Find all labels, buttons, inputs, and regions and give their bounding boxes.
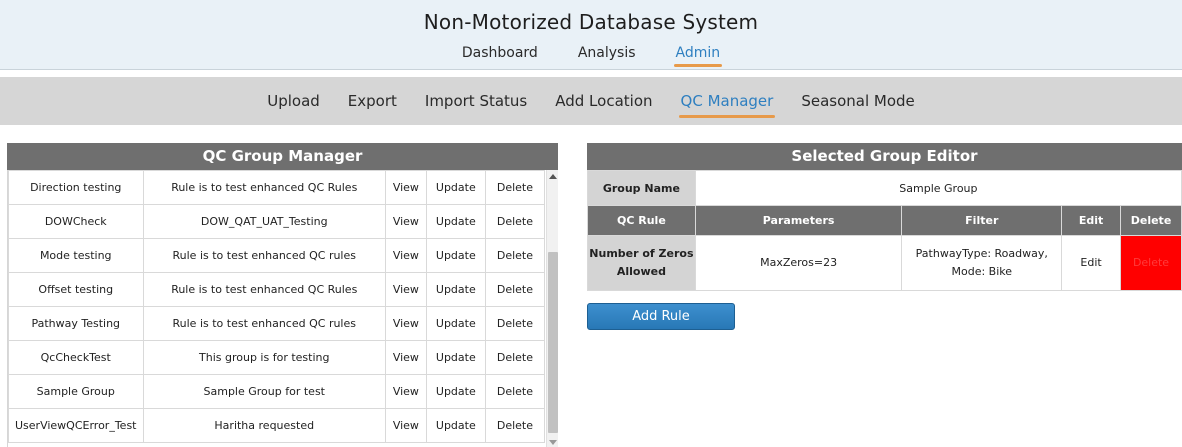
view-button[interactable]: View — [385, 408, 427, 443]
update-button[interactable]: Update — [425, 170, 486, 205]
view-button[interactable]: View — [385, 238, 427, 273]
add-rule-button[interactable]: Add Rule — [587, 303, 735, 330]
rule-delete-button[interactable]: Delete — [1120, 235, 1182, 291]
update-button[interactable]: Update — [425, 374, 486, 409]
update-button[interactable]: Update — [425, 272, 486, 307]
view-button[interactable]: View — [385, 272, 427, 307]
admin-subnav: Upload Export Import Status Add Location… — [0, 77, 1182, 125]
app-title: Non-Motorized Database System — [423, 10, 759, 34]
col-filter: Filter — [901, 205, 1063, 236]
delete-button[interactable]: Delete — [484, 306, 546, 341]
group-name: UserViewQCError_Test — [8, 408, 144, 443]
subnav-export[interactable]: Export — [348, 92, 397, 110]
col-qc-rule: QC Rule — [587, 205, 696, 236]
group-description: Rule is to test enhanced QC rules — [142, 306, 387, 341]
group-name-value: Sample Group — [694, 170, 1182, 206]
delete-button[interactable]: Delete — [484, 204, 546, 239]
group-description: Rule is to test enhanced QC Rules — [142, 170, 387, 205]
selected-group-editor-title: Selected Group Editor — [587, 143, 1182, 170]
rule-header-row: QC Rule Parameters Filter Edit Delete — [587, 205, 1182, 236]
update-button[interactable]: Update — [425, 204, 486, 239]
group-name: QcCheckTest — [8, 340, 144, 375]
update-button[interactable]: Update — [425, 408, 486, 443]
group-name: Pathway Testing — [8, 306, 144, 341]
group-table: Direction testing Rule is to test enhance… — [8, 170, 546, 443]
group-name: Offset testing — [8, 272, 144, 307]
scroll-up-arrow-icon[interactable] — [549, 174, 557, 179]
nav-analysis[interactable]: Analysis — [578, 45, 636, 64]
group-list-scroll: Direction testing Rule is to test enhance… — [7, 170, 558, 447]
subnav-add-location[interactable]: Add Location — [555, 92, 652, 110]
group-description: Rule is to test enhanced QC Rules — [142, 272, 387, 307]
group-name: Sample Group — [8, 374, 144, 409]
rule-filter-line1: PathwayType: Roadway, — [915, 247, 1048, 260]
rule-edit-button[interactable]: Edit — [1061, 235, 1122, 291]
group-editor-table: Group Name Sample Group QC Rule Paramete… — [587, 170, 1182, 291]
col-delete: Delete — [1120, 205, 1182, 236]
selected-group-editor-panel: Selected Group Editor Group Name Sample … — [587, 143, 1182, 291]
group-description: DOW_QAT_UAT_Testing — [142, 204, 387, 239]
delete-button[interactable]: Delete — [484, 272, 546, 307]
app-header: Non-Motorized Database System Dashboard … — [0, 0, 1182, 70]
rule-row: Number of Zeros Allowed MaxZeros=23 Path… — [587, 235, 1182, 291]
qc-group-manager-panel: QC Group Manager Direction testing Rule i… — [7, 143, 558, 447]
update-button[interactable]: Update — [425, 340, 486, 375]
qc-group-manager-title: QC Group Manager — [7, 143, 558, 170]
delete-button[interactable]: Delete — [484, 408, 546, 443]
group-row: Offset testing Rule is to test enhanced Q… — [8, 272, 546, 307]
rule-name: Number of Zeros Allowed — [587, 235, 696, 291]
view-button[interactable]: View — [385, 170, 427, 205]
group-name-label: Group Name — [587, 170, 696, 206]
col-parameters: Parameters — [694, 205, 903, 236]
rule-filter-line2: Mode: Bike — [951, 265, 1013, 278]
scroll-down-arrow-icon[interactable] — [549, 440, 557, 445]
delete-button[interactable]: Delete — [484, 374, 546, 409]
group-row: UserViewQCError_Test Haritha requested Vie… — [8, 408, 546, 443]
view-button[interactable]: View — [385, 340, 427, 375]
delete-button[interactable]: Delete — [484, 170, 546, 205]
group-description: Rule is to test enhanced QC rules — [142, 238, 387, 273]
group-row: Sample Group Sample Group for test View Upd… — [8, 374, 546, 409]
group-name: Mode testing — [8, 238, 144, 273]
group-description: Sample Group for test — [142, 374, 387, 409]
col-edit: Edit — [1061, 205, 1122, 236]
group-row: DOWCheck DOW_QAT_UAT_Testing View Update Del… — [8, 204, 546, 239]
group-row: QcCheckTest This group is for testing View… — [8, 340, 546, 375]
group-description: Haritha requested — [142, 408, 387, 443]
nav-dashboard[interactable]: Dashboard — [462, 45, 538, 64]
view-button[interactable]: View — [385, 204, 427, 239]
group-description: This group is for testing — [142, 340, 387, 375]
delete-button[interactable]: Delete — [484, 238, 546, 273]
scroll-thumb[interactable] — [548, 252, 558, 433]
delete-button[interactable]: Delete — [484, 340, 546, 375]
update-button[interactable]: Update — [425, 306, 486, 341]
group-list-scrollbar[interactable] — [546, 170, 558, 447]
rule-parameters: MaxZeros=23 — [694, 235, 903, 291]
group-row: Mode testing Rule is to test enhanced QC … — [8, 238, 546, 273]
update-button[interactable]: Update — [425, 238, 486, 273]
rule-filter: PathwayType: Roadway, Mode: Bike — [901, 235, 1063, 291]
subnav-import-status[interactable]: Import Status — [425, 92, 527, 110]
main-nav: Dashboard Analysis Admin — [0, 45, 1182, 67]
view-button[interactable]: View — [385, 374, 427, 409]
group-row: Direction testing Rule is to test enhance… — [8, 170, 546, 205]
group-row: Pathway Testing Rule is to test enhanced … — [8, 306, 546, 341]
rule-name-line1: Number of Zeros — [589, 247, 694, 260]
rule-name-line2: Allowed — [616, 265, 666, 278]
subnav-seasonal-mode[interactable]: Seasonal Mode — [801, 92, 914, 110]
group-name: DOWCheck — [8, 204, 144, 239]
group-name: Direction testing — [8, 170, 144, 205]
subnav-qc-manager[interactable]: QC Manager — [678, 92, 776, 118]
nav-admin[interactable]: Admin — [673, 45, 722, 67]
view-button[interactable]: View — [385, 306, 427, 341]
subnav-upload[interactable]: Upload — [267, 92, 320, 110]
